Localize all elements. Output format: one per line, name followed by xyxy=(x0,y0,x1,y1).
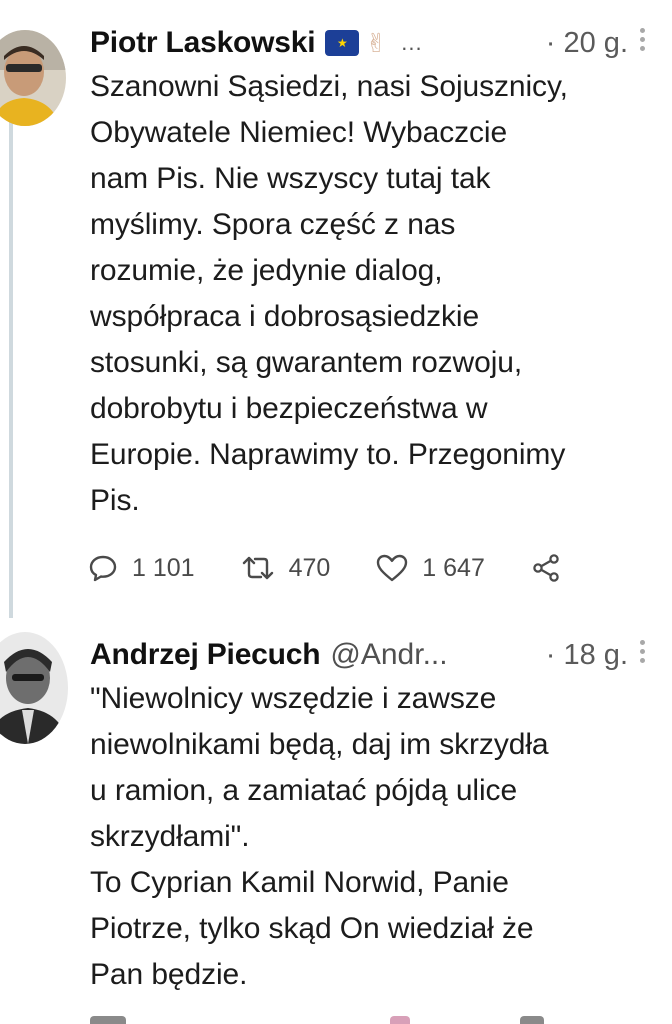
reply-icon xyxy=(89,555,117,582)
eu-flag-icon: ★ xyxy=(325,30,360,56)
reply-button[interactable]: 1 101 xyxy=(88,553,195,583)
avatar[interactable] xyxy=(0,632,68,744)
reply-count: 1 101 xyxy=(132,553,195,582)
share-button[interactable] xyxy=(531,553,575,583)
author-name[interactable]: Piotr Laskowski xyxy=(90,26,316,60)
tweet-piotr-laskowski[interactable]: Piotr Laskowski ★ ✌ ... · 20 g. Szanowni… xyxy=(0,0,672,620)
next-tweet-actions-peek xyxy=(90,1016,650,1024)
more-options-icon[interactable] xyxy=(640,28,648,56)
heart-icon xyxy=(377,554,408,582)
tweet-text: "Niewolnicy wszędzie i zawsze niewolnika… xyxy=(90,682,549,991)
avatar-photo-icon xyxy=(0,30,66,126)
truncated-name-ellipsis: ... xyxy=(401,30,423,55)
avatar[interactable] xyxy=(0,30,66,126)
tweet-header: Andrzej Piecuch @Andr... · 18 g. xyxy=(90,630,656,680)
share-icon xyxy=(533,554,559,582)
like-button[interactable]: 1 647 xyxy=(376,553,485,583)
more-options-icon[interactable] xyxy=(640,640,648,668)
author-name[interactable]: Andrzej Piecuch xyxy=(90,638,321,672)
like-count: 1 647 xyxy=(422,553,485,582)
tweet-text: Szanowni Sąsiedzi, nasi Sojusznicy, Obyw… xyxy=(90,70,568,517)
victory-hand-icon: ✌ xyxy=(365,27,388,58)
tweet-header: Piotr Laskowski ★ ✌ ... · 20 g. xyxy=(90,18,656,68)
thread-connector-line xyxy=(9,120,13,618)
tweet-andrzej-piecuch[interactable]: Andrzej Piecuch @Andr... · 18 g. "Niewol… xyxy=(0,620,672,1024)
author-handle[interactable]: @Andr... xyxy=(330,638,447,672)
tweet-actions: 1 101 470 1 647 xyxy=(88,546,575,590)
retweet-icon xyxy=(242,556,273,580)
avatar-photo-icon xyxy=(0,632,68,744)
retweet-button[interactable]: 470 xyxy=(241,553,331,583)
retweet-count: 470 xyxy=(288,553,331,582)
